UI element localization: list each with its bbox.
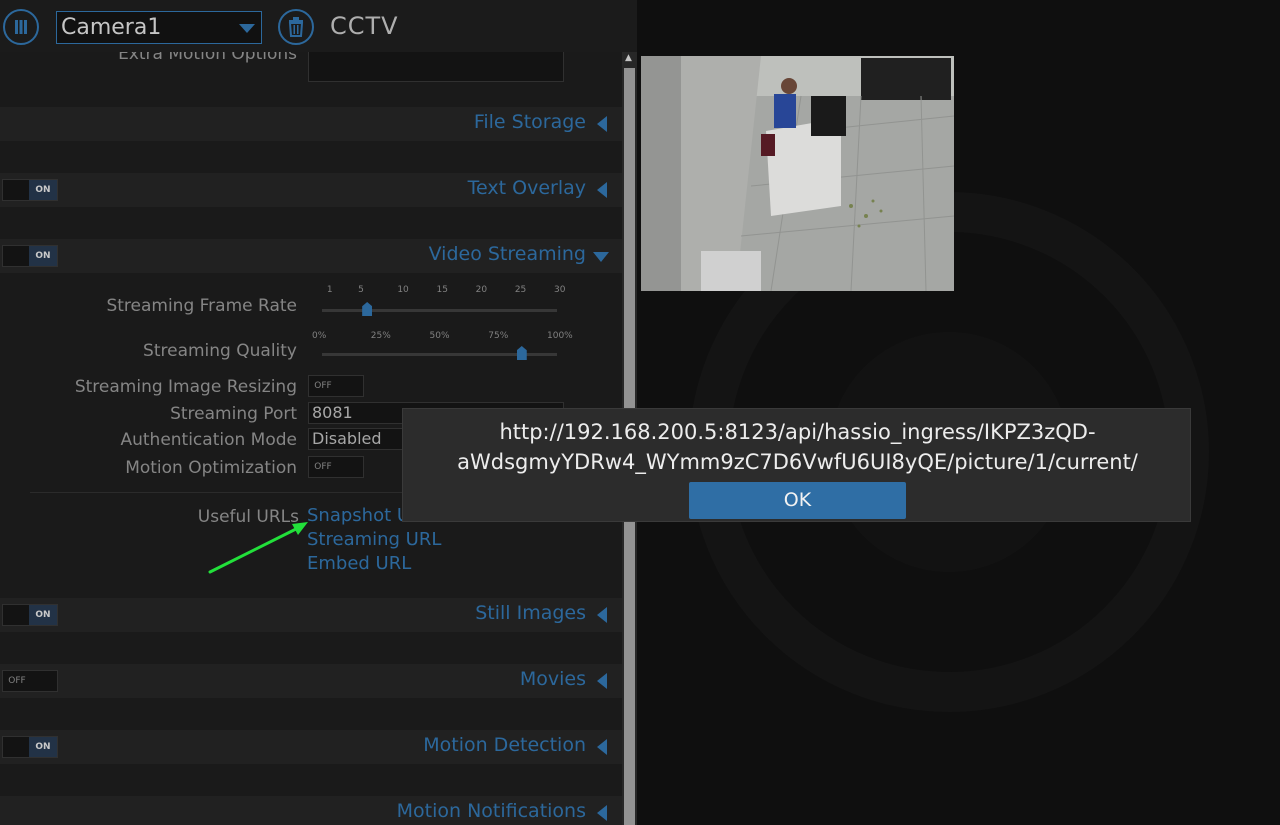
dialog-url-line-1: http://192.168.200.5:8123/api/hassio_ing… [499, 420, 1096, 444]
url-alert-dialog: http://192.168.200.5:8123/api/hassio_ing… [402, 408, 1191, 522]
ok-button[interactable]: OK [689, 482, 906, 519]
dialog-message: http://192.168.200.5:8123/api/hassio_ing… [403, 417, 1192, 477]
dialog-url-line-2: aWdsgmyYDRw4_WYmm9zC7D6VwfU6UI8yQE/pictu… [457, 450, 1138, 474]
